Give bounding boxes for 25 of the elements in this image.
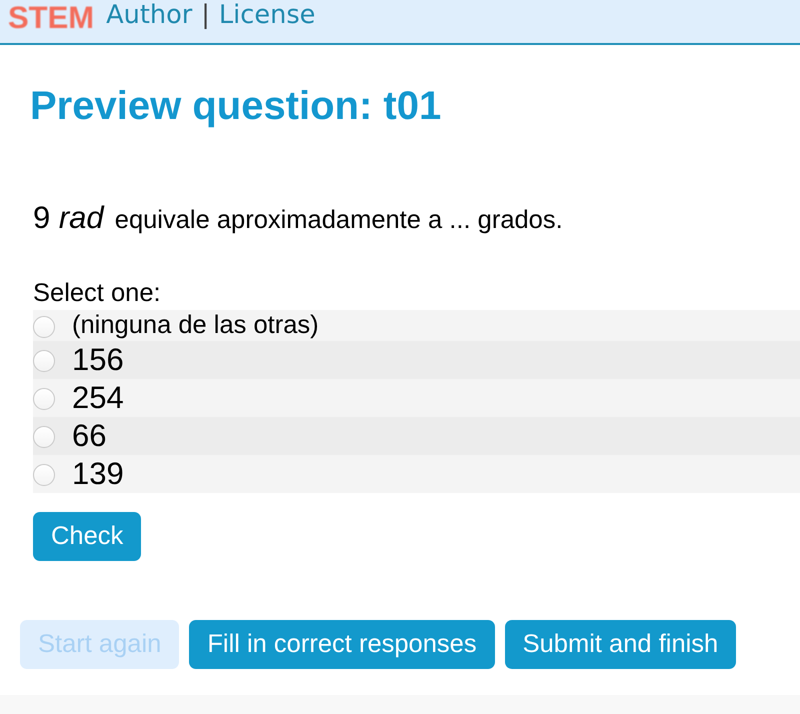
option-row[interactable]: 254 <box>33 379 800 417</box>
separator: | <box>201 0 210 30</box>
submit-button[interactable]: Submit and finish <box>504 620 736 669</box>
option-row[interactable]: 66 <box>33 417 800 455</box>
radio-button[interactable] <box>33 316 55 338</box>
radio-button[interactable] <box>33 426 55 448</box>
option-label: 156 <box>72 341 124 379</box>
radio-button[interactable] <box>33 350 55 372</box>
option-label: (ninguna de las otras) <box>72 310 319 341</box>
option-label: 66 <box>72 417 106 455</box>
prompt-text: Select one: <box>33 278 161 308</box>
fill-in-button[interactable]: Fill in correct responses <box>189 620 495 669</box>
logo: STEM <box>8 0 94 36</box>
option-row[interactable]: (ninguna de las otras) <box>33 310 800 341</box>
option-label: 139 <box>72 455 124 493</box>
question-text: 9 rad equivale aproximadamente a ... grados. <box>33 199 563 237</box>
check-button[interactable]: Check <box>33 512 142 561</box>
option-row[interactable]: 139 <box>33 455 800 493</box>
radio-button[interactable] <box>33 464 55 486</box>
radio-button[interactable] <box>33 388 55 410</box>
author-link[interactable]: Author <box>106 0 192 30</box>
option-row[interactable]: 156 <box>33 341 800 379</box>
license-link[interactable]: License <box>218 0 316 30</box>
page-title: Preview question: t01 <box>30 83 442 129</box>
option-label: 254 <box>72 379 124 417</box>
